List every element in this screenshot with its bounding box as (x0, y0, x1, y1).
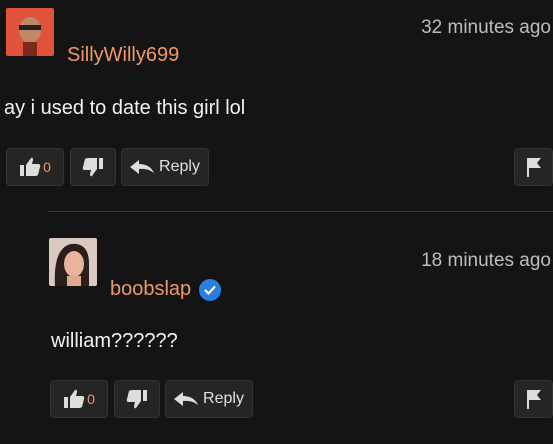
thumbs-down-icon (126, 390, 147, 409)
thumbs-up-icon (64, 389, 85, 408)
reply-label: Reply (203, 390, 244, 407)
dislike-button[interactable] (114, 380, 160, 418)
username-link[interactable]: boobslap (110, 278, 222, 301)
reply-arrow-icon (174, 392, 199, 406)
verified-badge-icon (199, 278, 222, 301)
like-count: 0 (87, 391, 95, 407)
username-text: boobslap (110, 278, 192, 300)
comment-2: 18 minutes ago boobslap william?????? 0 … (0, 0, 553, 444)
user-photo-avatar-icon (49, 238, 97, 286)
flag-button[interactable] (514, 380, 553, 418)
like-button[interactable]: 0 (50, 380, 108, 418)
comment-text: william?????? (51, 330, 178, 352)
comment-timestamp: 18 minutes ago (421, 250, 551, 271)
user-avatar[interactable] (49, 238, 97, 286)
reply-button[interactable]: Reply (165, 380, 253, 418)
flag-icon (526, 390, 541, 409)
